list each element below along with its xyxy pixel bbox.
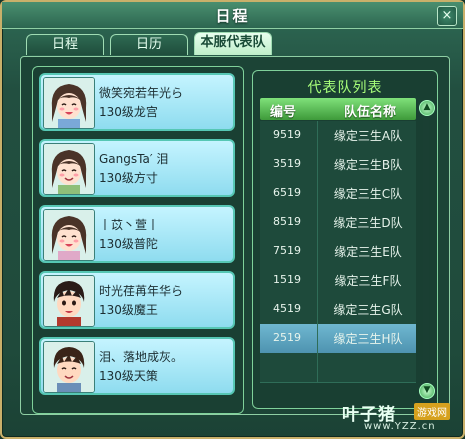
column-divider: [317, 324, 318, 353]
table-row[interactable]: 9519 缘定三生A队: [260, 121, 416, 151]
team-name: 缘定三生H队: [333, 332, 403, 346]
tab-server-team[interactable]: 本服代表队: [194, 32, 272, 55]
scrollbar-track[interactable]: [423, 117, 429, 383]
member-level: 130级普陀: [99, 237, 158, 251]
tab-schedule[interactable]: 日程: [26, 34, 104, 55]
table-row[interactable]: 7519 缘定三生E队: [260, 237, 416, 267]
close-button[interactable]: ×: [437, 6, 457, 26]
female-avatar-icon: [43, 209, 95, 261]
member-card[interactable]: 时光荏苒年华ら 130级魔王: [39, 271, 235, 329]
member-name: 丨苡丶萱丨: [99, 218, 160, 232]
member-card[interactable]: GangsTa′ 泪 130级方寸: [39, 139, 235, 197]
table-row[interactable]: 6519 缘定三生C队: [260, 179, 416, 209]
table-row-selected[interactable]: 2519 缘定三生H队: [260, 324, 416, 354]
team-list-title: 代表队列表: [307, 80, 383, 96]
member-name: 时光荏苒年华ら: [99, 284, 184, 298]
column-divider: [317, 237, 318, 266]
member-level: 130级方寸: [99, 171, 158, 185]
team-name: 缘定三生E队: [334, 245, 402, 259]
team-name: 缘定三生C队: [333, 187, 403, 201]
team-name: 缘定三生D队: [333, 216, 403, 230]
table-row[interactable]: 3519 缘定三生B队: [260, 150, 416, 180]
title-bar[interactable]: 日程 ×: [2, 2, 463, 29]
member-card[interactable]: 丨苡丶萱丨 130级普陀: [39, 205, 235, 263]
column-divider: [317, 179, 318, 208]
member-level: 130级龙宫: [99, 105, 158, 119]
team-id: 7519: [273, 244, 301, 257]
member-card[interactable]: 泪、落地成灰。 130级天策: [39, 337, 235, 395]
column-divider: [317, 295, 318, 324]
team-id: 8519: [273, 215, 301, 228]
male-avatar-icon: [43, 275, 95, 327]
female-avatar-icon: [43, 77, 95, 129]
column-header-id: 编号: [270, 105, 297, 120]
team-list-panel: 代表队列表 编号 队伍名称 9519 缘定三生A队 3519 缘定三生B队 65…: [252, 70, 438, 409]
team-members-panel: 微笑宛若年光ら 130级龙宫 GangsTa′ 泪 130级方寸 丨苡丶萱丨 1…: [32, 66, 244, 414]
column-divider: [317, 121, 318, 150]
team-id: 4519: [273, 302, 301, 315]
member-card[interactable]: 微笑宛若年光ら 130级龙宫: [39, 73, 235, 131]
watermark-badge: 游戏网: [414, 403, 450, 420]
team-id: 1519: [273, 273, 301, 286]
team-name: 缘定三生F队: [334, 274, 402, 288]
team-id: 9519: [273, 128, 301, 141]
column-header-team-name: 队伍名称: [344, 105, 397, 120]
site-watermark: 叶子猪 游戏网 www.YZZ.cn: [342, 400, 462, 436]
scroll-up-icon[interactable]: ▲: [419, 100, 435, 116]
window-title: 日程: [215, 7, 250, 25]
team-id: 3519: [273, 157, 301, 170]
column-divider: [317, 208, 318, 237]
member-name: GangsTa′ 泪: [99, 152, 169, 166]
member-level: 130级魔王: [99, 303, 158, 317]
team-name: 缘定三生G队: [333, 303, 403, 317]
member-name: 微笑宛若年光ら: [99, 86, 184, 100]
team-name: 缘定三生A队: [333, 129, 403, 143]
column-divider: [317, 150, 318, 179]
scroll-down-icon[interactable]: ▼: [419, 383, 435, 399]
team-name: 缘定三生B队: [333, 158, 403, 172]
team-id: 6519: [273, 186, 301, 199]
table-row[interactable]: 8519 缘定三生D队: [260, 208, 416, 238]
table-row[interactable]: 4519 缘定三生G队: [260, 295, 416, 325]
tab-calendar[interactable]: 日历: [110, 34, 188, 55]
female-avatar-icon: [43, 143, 95, 195]
schedule-window: 日程 × 日程 日历 本服代表队 微笑宛若年光ら 130级龙宫 GangsTa′…: [0, 0, 465, 439]
column-divider: [317, 266, 318, 295]
watermark-url: www.YZZ.cn: [364, 421, 436, 432]
column-divider: [317, 353, 318, 382]
member-level: 130级天策: [99, 369, 158, 383]
table-header: 编号 队伍名称: [260, 98, 416, 120]
member-name: 泪、落地成灰。: [99, 350, 184, 364]
team-id: 2519: [273, 331, 301, 344]
table-row[interactable]: 1519 缘定三生F队: [260, 266, 416, 296]
male-avatar-icon: [43, 341, 95, 393]
table-row-empty: [260, 353, 416, 383]
